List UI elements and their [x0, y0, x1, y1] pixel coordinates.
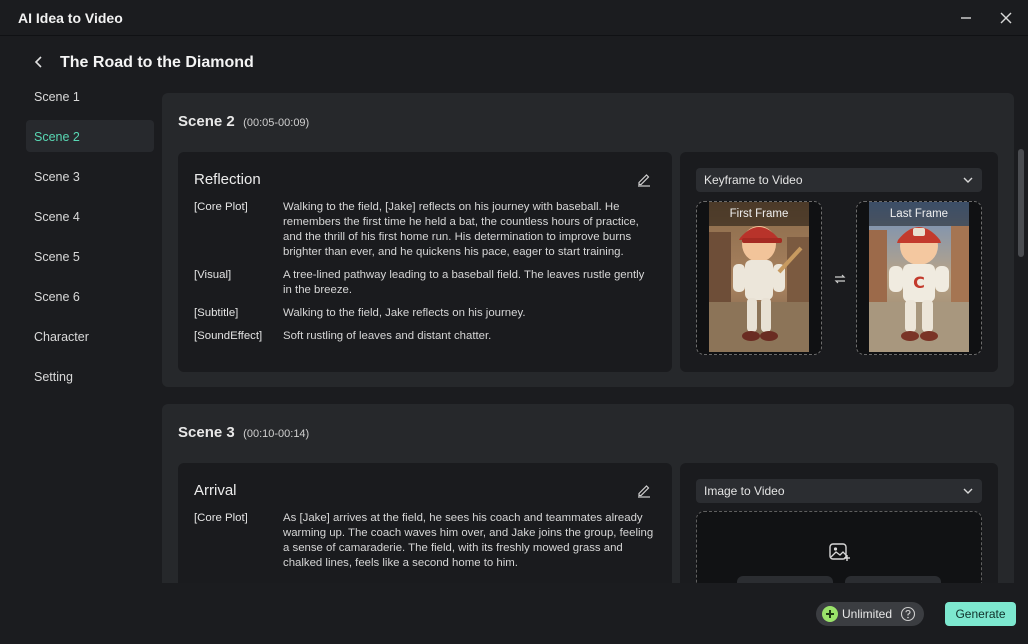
story-panel: Arrival [Core Plot] As [Jake] arrives at… — [178, 463, 672, 583]
field-value: Walking to the field, Jake reflects on h… — [283, 307, 526, 319]
scene-header: Scene 2 (00:05-00:09) — [178, 113, 309, 131]
footer-bar: Unlimited Generate — [0, 592, 1028, 644]
mode-dropdown[interactable]: Keyframe to Video — [696, 168, 982, 192]
page-title: The Road to the Diamond — [60, 54, 254, 71]
upload-option-button[interactable] — [737, 576, 833, 583]
pencil-icon — [638, 174, 650, 187]
media-panel: Keyframe to Video First Frame C Last Fra… — [680, 152, 998, 372]
edit-button[interactable] — [636, 171, 652, 187]
field-sound-effect: [SoundEffect] Soft rustling of leaves an… — [194, 329, 654, 344]
scene-name: Scene 2 — [178, 113, 235, 130]
story-panel: Reflection [Core Plot] Walking to the fi… — [178, 152, 672, 372]
story-title: Arrival — [194, 482, 237, 499]
first-frame-slot[interactable]: First Frame — [696, 201, 822, 355]
sidebar-item-character[interactable]: Character — [26, 320, 154, 352]
page-header: The Road to the Diamond — [0, 44, 1028, 80]
field-value: Walking to the field, [Jake] reflects on… — [283, 201, 639, 258]
app-title: AI Idea to Video — [18, 10, 123, 26]
unlimited-credits-button[interactable]: Unlimited — [816, 602, 924, 626]
mode-dropdown-value: Keyframe to Video — [704, 173, 803, 187]
minimize-icon — [961, 17, 971, 19]
scene-header: Scene 3 (00:10-00:14) — [178, 424, 309, 442]
scene-time: (00:05-00:09) — [243, 117, 310, 129]
sidebar-item-scene-3[interactable]: Scene 3 — [26, 160, 154, 192]
edit-button[interactable] — [636, 482, 652, 498]
field-key: [Core Plot] — [194, 512, 248, 524]
scene-card: Scene 3 (00:10-00:14) Arrival [Core Plot… — [162, 404, 1014, 583]
swap-icon — [834, 274, 846, 284]
scene-sidebar: Scene 1 Scene 2 Scene 3 Scene 4 Scene 5 … — [26, 80, 154, 400]
last-frame-label: Last Frame — [869, 202, 969, 226]
chevron-left-icon — [34, 56, 42, 68]
field-core-plot: [Core Plot] As [Jake] arrives at the fie… — [194, 511, 654, 571]
scene-name: Scene 3 — [178, 424, 235, 441]
svg-text:C: C — [913, 273, 925, 292]
back-button[interactable] — [30, 52, 48, 72]
field-value: As [Jake] arrives at the field, he sees … — [283, 512, 654, 569]
scene-time: (00:10-00:14) — [243, 428, 310, 440]
field-key: [Visual] — [194, 269, 232, 281]
last-frame-slot[interactable]: C Last Frame — [856, 201, 982, 355]
upload-option-button[interactable] — [845, 576, 941, 583]
sidebar-item-scene-1[interactable]: Scene 1 — [26, 80, 154, 112]
scroll-thumb[interactable] — [1018, 149, 1024, 257]
first-frame-label: First Frame — [709, 202, 809, 226]
sidebar-item-scene-6[interactable]: Scene 6 — [26, 280, 154, 312]
mode-dropdown-value: Image to Video — [704, 484, 785, 498]
pencil-icon — [638, 485, 650, 498]
field-value: A tree-lined pathway leading to a baseba… — [283, 269, 645, 296]
field-key: [Subtitle] — [194, 307, 239, 319]
generate-button[interactable]: Generate — [945, 602, 1016, 626]
image-upload-area[interactable] — [696, 511, 982, 583]
sidebar-item-scene-4[interactable]: Scene 4 — [26, 200, 154, 232]
close-button[interactable] — [996, 8, 1016, 28]
sidebar-item-scene-2[interactable]: Scene 2 — [26, 120, 154, 152]
mode-dropdown[interactable]: Image to Video — [696, 479, 982, 503]
scrollbar[interactable] — [1016, 93, 1024, 583]
story-title: Reflection — [194, 171, 261, 188]
sidebar-item-scene-5[interactable]: Scene 5 — [26, 240, 154, 272]
close-icon — [1000, 12, 1012, 24]
title-bar: AI Idea to Video — [0, 0, 1028, 36]
credits-plus-icon — [822, 606, 838, 622]
swap-frames-button[interactable] — [832, 271, 848, 287]
media-panel: Image to Video — [680, 463, 998, 583]
field-core-plot: [Core Plot] Walking to the field, [Jake]… — [194, 200, 654, 260]
field-key: [Core Plot] — [194, 201, 248, 213]
chevron-down-icon — [963, 177, 973, 183]
field-value: Soft rustling of leaves and distant chat… — [283, 330, 492, 342]
minimize-button[interactable] — [956, 8, 976, 28]
scene-card: Scene 2 (00:05-00:09) Reflection [Core P… — [162, 93, 1014, 387]
field-visual: [Visual] A tree-lined pathway leading to… — [194, 268, 654, 298]
scene-list[interactable]: Scene 2 (00:05-00:09) Reflection [Core P… — [162, 93, 1014, 583]
chevron-down-icon — [963, 488, 973, 494]
add-image-icon — [829, 543, 850, 561]
unlimited-label: Unlimited — [842, 607, 893, 621]
sidebar-item-setting[interactable]: Setting — [26, 360, 154, 392]
field-subtitle: [Subtitle] Walking to the field, Jake re… — [194, 306, 654, 321]
help-icon[interactable] — [900, 606, 916, 622]
field-key: [SoundEffect] — [194, 330, 263, 342]
